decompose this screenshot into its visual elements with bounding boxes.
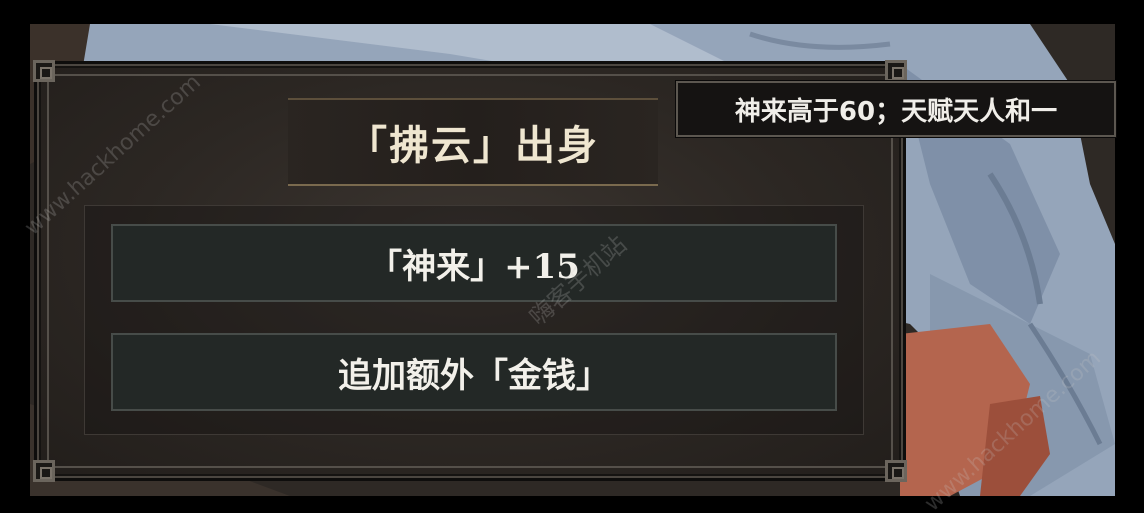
panel-corner-ornament	[885, 60, 907, 82]
option-label: 「神来」+15	[368, 246, 580, 287]
panel-corner-ornament	[33, 460, 55, 482]
option-shenlai-bonus[interactable]: 「神来」+15	[111, 224, 837, 302]
panel-title: 「拂云」出身	[347, 122, 599, 169]
panel-corner-ornament	[885, 460, 907, 482]
option-label: 追加额外「金钱」	[338, 355, 610, 396]
options-list: 「神来」+15 追加额外「金钱」	[84, 205, 864, 435]
requirement-tooltip: 神来高于60；天赋天人和一	[676, 81, 1116, 137]
game-screen: 「拂云」出身 「神来」+15 追加额外「金钱」 神来高于60；天赋天人和一 ww…	[0, 0, 1144, 513]
option-extra-money[interactable]: 追加额外「金钱」	[111, 333, 837, 411]
tooltip-text: 神来高于60；天赋天人和一	[734, 96, 1058, 127]
panel-title-box: 「拂云」出身	[288, 98, 658, 186]
panel-corner-ornament	[33, 60, 55, 82]
